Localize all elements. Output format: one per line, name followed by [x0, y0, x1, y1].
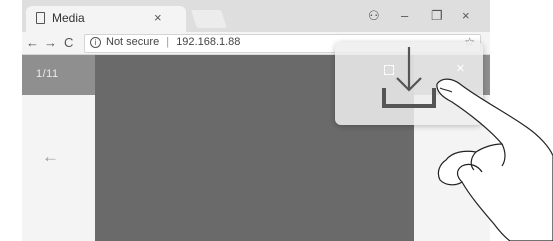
maximize-button[interactable]: ❐: [431, 8, 443, 24]
media-counter: 1/11: [36, 68, 59, 80]
next-arrow-icon[interactable]: →: [444, 147, 461, 167]
forward-button[interactable]: →: [44, 35, 57, 50]
minimize-button[interactable]: –: [401, 8, 408, 23]
info-icon[interactable]: i: [90, 37, 101, 48]
tab-title: Media: [52, 11, 85, 25]
tab-close-button[interactable]: ×: [154, 10, 162, 25]
previous-arrow-icon[interactable]: ←: [42, 147, 59, 167]
reload-button[interactable]: C: [64, 35, 73, 50]
tab-bar: Media × ⚇ – ❐ ×: [22, 0, 490, 32]
url-value: 192.168.1.88: [176, 36, 241, 48]
url-text: Not secure | 192.168.1.88: [106, 36, 240, 48]
account-icon[interactable]: ⚇: [368, 8, 380, 24]
download-icon[interactable]: [380, 42, 438, 112]
document-icon: [36, 12, 45, 24]
close-window-button[interactable]: ×: [462, 8, 470, 23]
new-tab-button[interactable]: [191, 10, 227, 28]
url-separator: |: [166, 36, 170, 48]
back-button[interactable]: ←: [26, 35, 39, 50]
zoom-callout: ×: [335, 42, 483, 125]
viewer-close-icon[interactable]: ×: [456, 60, 465, 77]
tab-media[interactable]: Media ×: [26, 6, 186, 32]
security-label: Not secure: [106, 36, 160, 48]
